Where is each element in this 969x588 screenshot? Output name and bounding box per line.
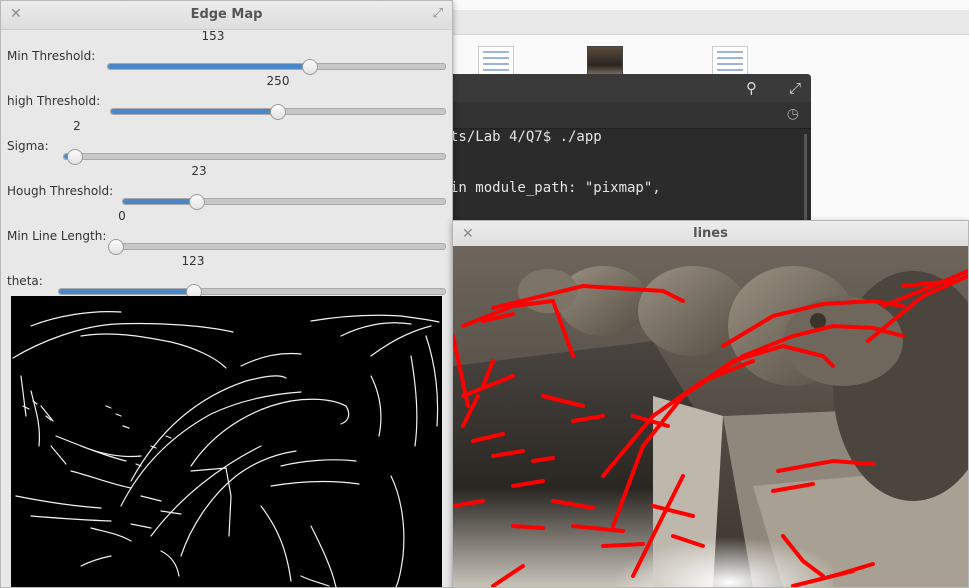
terminal-window: ⚲ ⤢ ◷ ts/Lab 4/Q7$ ./app in module_path:… [440, 74, 811, 234]
lines-window: ✕ lines [452, 220, 969, 588]
slider-fill [59, 289, 195, 294]
slider-label: Hough Threshold: [7, 184, 114, 198]
slider-track[interactable] [108, 239, 446, 255]
maximize-icon[interactable]: ⤢ [433, 6, 443, 21]
edge-map-drawing [12, 311, 440, 587]
search-icon[interactable]: ⚲ [746, 79, 757, 97]
slider-label: Min Threshold: [7, 49, 96, 63]
slider-value: 2 [73, 119, 81, 133]
slider-value: 123 [181, 254, 205, 268]
terminal-tabbar: ◷ [440, 102, 811, 129]
slider-value: 23 [191, 164, 207, 178]
edge-map-image [11, 296, 442, 587]
slider-track[interactable] [110, 104, 446, 120]
terminal-line: in module_path: "pixmap", [450, 180, 661, 196]
slider-sigma: Sigma: 2 [1, 119, 452, 173]
slider-track[interactable] [122, 194, 446, 210]
slider-label: high Threshold: [7, 94, 101, 108]
file-manager-toolbar [440, 10, 969, 35]
edge-map-titlebar[interactable]: ✕ Edge Map ⤢ [1, 1, 452, 30]
terminal-titlebar: ⚲ ⤢ [440, 74, 811, 102]
lines-titlebar[interactable]: ✕ lines [453, 221, 968, 247]
slider-high-threshold: high Threshold: 250 [1, 74, 452, 128]
slider-track[interactable] [63, 149, 446, 165]
slider-min-threshold: Min Threshold: 153 [1, 29, 452, 83]
slider-fill [108, 64, 311, 69]
slider-hough-threshold: Hough Threshold: 23 [1, 164, 452, 218]
slider-value: 0 [118, 209, 126, 223]
slider-handle[interactable] [67, 149, 84, 165]
history-icon[interactable]: ◷ [787, 106, 799, 122]
window-title: lines [693, 226, 728, 241]
lines-photo [453, 246, 968, 587]
terminal-line: ts/Lab 4/Q7$ ./app [450, 129, 602, 145]
slider-label: Sigma: [7, 139, 49, 153]
slider-value: 153 [201, 29, 225, 43]
slider-fill [123, 199, 198, 204]
edge-map-window: ✕ Edge Map ⤢ Min Threshold: 153 high Thr… [0, 0, 453, 588]
slider-value: 250 [266, 74, 290, 88]
slider-track[interactable] [58, 284, 446, 300]
slider-handle[interactable] [302, 59, 319, 75]
slider-track[interactable] [107, 59, 446, 75]
lines-image [453, 246, 968, 587]
slider-fill [111, 109, 278, 114]
window-title: Edge Map [190, 7, 263, 22]
slider-label: Min Line Length: [7, 229, 107, 243]
terminal-scrollbar[interactable] [804, 134, 807, 230]
slider-min-line-length: Min Line Length: 0 [1, 209, 452, 263]
slider-label: theta: [7, 274, 43, 288]
maximize-icon[interactable]: ⤢ [789, 79, 801, 97]
slider-handle[interactable] [270, 104, 286, 120]
slider-handle[interactable] [189, 194, 206, 210]
slider-handle[interactable] [108, 239, 124, 255]
